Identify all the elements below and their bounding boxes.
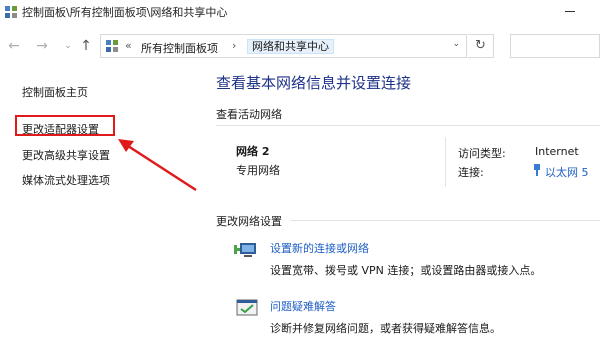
annotation-arrow bbox=[118, 139, 197, 192]
troubleshoot-icon bbox=[236, 299, 258, 316]
setup-connection-description: 设置宽带、拨号或 VPN 连接；或设置路由器或接入点。 bbox=[270, 264, 542, 277]
plug-icon bbox=[534, 164, 540, 176]
troubleshoot-description: 诊断并修复网络问题，或者获得疑难解答信息。 bbox=[270, 322, 501, 335]
connection-link[interactable]: 以太网 5 bbox=[533, 164, 589, 180]
page-title: 查看基本网络信息并设置连接 bbox=[216, 74, 412, 92]
divider bbox=[290, 220, 600, 221]
network-name: 网络 2 bbox=[236, 145, 270, 158]
access-type-label: 访问类型: bbox=[458, 147, 506, 160]
new-connection-icon bbox=[234, 243, 256, 257]
connection-label: 连接: bbox=[458, 166, 484, 179]
access-type-value: Internet bbox=[535, 145, 579, 158]
setup-connection-link[interactable]: 设置新的连接或网络 bbox=[270, 240, 369, 256]
active-networks-label: 查看活动网络 bbox=[216, 108, 282, 121]
network-type[interactable]: 专用网络 bbox=[236, 162, 280, 178]
vertical-divider bbox=[445, 137, 446, 187]
troubleshoot-link[interactable]: 问题疑难解答 bbox=[270, 298, 336, 314]
connection-value[interactable]: 以太网 5 bbox=[545, 166, 589, 179]
change-settings-label: 更改网络设置 bbox=[216, 215, 282, 228]
divider bbox=[216, 125, 600, 126]
